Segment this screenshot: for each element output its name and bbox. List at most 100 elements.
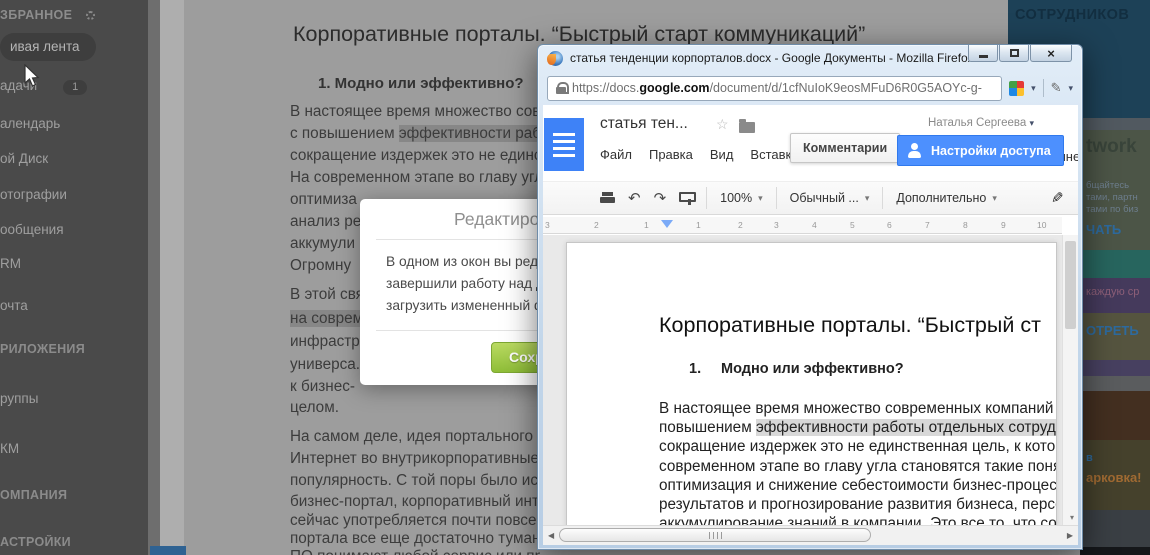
folder-icon[interactable] [739, 119, 755, 133]
doc-line: целом. [290, 399, 339, 417]
doc-line: На современном этапе во главу угла с [290, 169, 540, 186]
vertical-scrollbar[interactable]: ▾ [1062, 235, 1078, 525]
network-title: twork [1086, 136, 1137, 157]
doc-line: оптимизация и снижение себестоимости биз… [659, 476, 1057, 494]
doc-line: результатов и прогнозирование развития б… [659, 496, 1057, 514]
doc-line: В настоящее время множество современных … [659, 400, 1057, 417]
doc-line: В настоящее время множество совре [290, 103, 540, 120]
scrollbar-grip [709, 532, 722, 539]
brown-banner[interactable] [1080, 391, 1150, 440]
account-caret-icon: ▾ [1029, 118, 1034, 128]
doc-line: сокращение издержек это не единственная … [659, 438, 1057, 456]
bottom-blue-strip [150, 546, 186, 555]
google-docs-content: статья тен... ☆ Наталья Сергеева ▾ Файл … [543, 105, 1078, 545]
portal-doc-heading: 1. Модно или эффективно? [318, 75, 524, 92]
chevron-down-icon: ▾ [864, 192, 870, 203]
ruler[interactable]: 3 2 1 1 2 3 4 5 6 7 8 9 10 [543, 217, 1062, 234]
purple-strip [1080, 360, 1150, 376]
toolbar-separator [706, 187, 708, 209]
chevron-down-icon: ▾ [758, 192, 763, 203]
document-canvas: Корпоративные порталы. “Быстрый ст 1. Мо… [543, 235, 1062, 529]
doc-line: бизнес-портал, корпоративный интра [290, 493, 540, 510]
doc-title[interactable]: статья тен... [600, 115, 688, 133]
screen: ЗБРАННОЕ ивая лента адачи 1 алендарь ой Д… [0, 0, 1150, 555]
menu-view[interactable]: Вид [710, 147, 734, 162]
menu-bar: Файл Правка Вид Вставка [600, 147, 799, 162]
gray-strip [1080, 376, 1150, 391]
chevron-down-icon: ▾ [992, 192, 997, 203]
toolbar-separator [1042, 79, 1044, 97]
toolbar-separator [882, 187, 884, 209]
redo-icon[interactable]: ↷ [654, 191, 667, 206]
indent-marker-icon[interactable] [661, 220, 673, 234]
docs-toolbar: ↶ ↷ 100% ▾ Обычный ... ▾ Дополнительно ▾ ✎ [543, 181, 1078, 215]
extension-caret-icon[interactable]: ▾ [1031, 83, 1036, 94]
star-icon[interactable]: ☆ [716, 116, 729, 133]
minimize-icon [978, 54, 988, 58]
scroll-down-icon[interactable]: ▾ [1070, 513, 1074, 522]
page-doc-body: В настоящее время множество современных … [659, 399, 1057, 528]
zoom-select[interactable]: 100% ▾ [720, 191, 763, 205]
docs-logo-icon[interactable] [544, 118, 584, 171]
dialog-body: В одном из окон вы реда завершили работу… [386, 254, 554, 313]
pen-tool-icon[interactable]: ✎ [1051, 80, 1062, 96]
window-controls: × [968, 45, 1072, 62]
dark-banner [1080, 510, 1150, 547]
toolbar-separator [775, 187, 777, 209]
banner-divider [1080, 118, 1150, 130]
scroll-right-icon[interactable]: ▶ [1067, 531, 1073, 540]
list-number: 1. [689, 361, 702, 377]
doc-line: сокращение издержек это не единств [290, 147, 540, 164]
bottom-strip [1080, 547, 1150, 555]
doc-line: портала все еще достаточно туманна, [290, 530, 540, 547]
window-title: статья тенденции корпорталов.docx - Goog… [570, 51, 970, 65]
comments-button[interactable]: Комментарии [790, 133, 901, 163]
network-banner-text: бщайтесь тами, партн тами по биз [1080, 180, 1150, 216]
doc-line: ПО понимают любой сервис или при [290, 548, 540, 555]
share-button[interactable]: Настройки доступа [897, 135, 1064, 166]
styles-select[interactable]: Обычный ... ▾ [790, 191, 870, 205]
account-menu[interactable]: Наталья Сергеева ▾ [928, 117, 1034, 129]
scroll-left-icon[interactable]: ◀ [548, 531, 554, 540]
maximize-button[interactable] [999, 45, 1029, 62]
extension-icon[interactable] [1009, 80, 1025, 96]
close-button[interactable]: × [1030, 45, 1072, 62]
dialog-title: Редактиро [454, 209, 540, 229]
mouse-cursor [24, 64, 40, 87]
doc-line: повышением эффективности работы отдельны… [659, 418, 1056, 437]
doc-line: современном этапе во главу угла становят… [659, 457, 1056, 475]
edit-mode-pencil-icon[interactable]: ✎ [1051, 189, 1064, 207]
network-banner[interactable]: twork [1080, 130, 1150, 180]
paint-format-icon[interactable] [679, 191, 697, 205]
teal-banner[interactable] [1080, 250, 1150, 278]
firefox-window: статья тенденции корпорталов.docx - Goog… [537, 44, 1083, 550]
tools-caret-icon[interactable]: ▾ [1068, 83, 1073, 94]
purple-banner-text: каждую ср [1080, 283, 1150, 313]
lock-icon [556, 82, 569, 94]
document-page[interactable]: Корпоративные порталы. “Быстрый ст 1. Мо… [566, 242, 1057, 529]
vertical-scrollbar-thumb[interactable] [1065, 241, 1076, 329]
doc-line: На самом деле, идея портального ПО [290, 428, 540, 445]
horizontal-scrollbar-thumb[interactable] [559, 528, 871, 542]
navigation-bar: https://docs.google.com/document/d/1cfNu… [538, 71, 1082, 105]
undo-icon[interactable]: ↶ [628, 191, 641, 206]
minimize-button[interactable] [968, 45, 998, 62]
horizontal-scrollbar[interactable]: ◀ ▶ [543, 525, 1078, 545]
doc-line: с повышением эффективности работы [290, 125, 540, 143]
url-bar[interactable]: https://docs.google.com/document/d/1cfNu… [547, 75, 1003, 101]
more-select[interactable]: Дополнительно ▾ [896, 191, 997, 205]
firefox-icon [547, 50, 563, 66]
print-icon[interactable] [600, 191, 615, 205]
page-doc-heading: Модно или эффективно? [721, 361, 904, 377]
doc-line: сейчас употребляется почти повсемес [290, 512, 540, 529]
menu-file[interactable]: Файл [600, 147, 632, 162]
doc-line: популярность. С той поры было испол [290, 472, 540, 489]
person-icon [908, 143, 922, 159]
parking-banner[interactable]: в арковка! [1080, 440, 1150, 510]
close-icon: × [1047, 45, 1055, 61]
menu-edit[interactable]: Правка [649, 147, 693, 162]
doc-line: Интернет во внутрикорпоративные се [290, 450, 540, 467]
start-button[interactable]: ЧАТЬ [1080, 216, 1150, 250]
page-doc-title: Корпоративные порталы. “Быстрый ст [659, 313, 1041, 337]
watch-button[interactable]: ОТРЕТЬ [1080, 313, 1150, 360]
